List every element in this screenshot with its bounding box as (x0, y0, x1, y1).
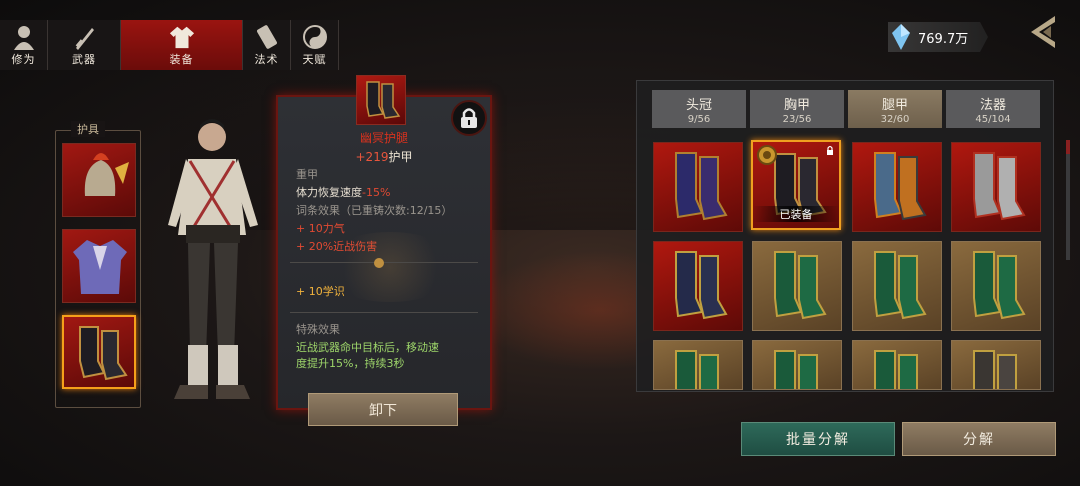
inventory-item[interactable] (951, 142, 1041, 232)
equipped-tag: 已装备 (753, 206, 839, 222)
weapon-icon (71, 24, 97, 50)
armor-slot-chest[interactable] (62, 229, 136, 303)
inventory-item[interactable] (752, 241, 842, 331)
category-count: 45/104 (975, 113, 1011, 125)
currency-display: 769.7万 (888, 22, 988, 52)
affix-line: + 10力气 (296, 222, 345, 235)
category-name: 腿甲 (881, 97, 908, 113)
unequip-button[interactable]: 卸下 (308, 393, 458, 426)
main-stat-label: 护甲 (388, 150, 413, 164)
boots-icon (973, 350, 1017, 389)
helmet-icon (84, 153, 129, 196)
tab-weapon[interactable]: 武器 (48, 20, 121, 70)
bonus-line: + 10学识 (296, 285, 345, 298)
category-tab-artifact[interactable]: 法器 45/104 (946, 90, 1040, 128)
boots-icon (874, 152, 927, 221)
category-tab-legs[interactable]: 腿甲 32/60 (848, 90, 942, 128)
boots-icon (366, 81, 401, 119)
scrollbar-thumb[interactable] (1066, 140, 1070, 154)
tab-label: 法术 (254, 53, 279, 66)
chest-armor-icon (73, 240, 127, 294)
category-name: 头冠 (685, 97, 712, 113)
character-model (168, 119, 258, 399)
robe-icon (169, 24, 195, 50)
category-tab-helmet[interactable]: 头冠 9/56 (652, 90, 746, 128)
item-main-stat: +219护甲 (276, 148, 492, 165)
affix-header: 词条效果（已重铸次数:12/15） (296, 204, 453, 217)
lock-icon (827, 145, 833, 155)
boots-icon (675, 152, 728, 221)
category-count: 23/56 (782, 113, 812, 125)
crystal-icon (892, 24, 910, 50)
tab-equipment[interactable]: 装备 (121, 20, 243, 70)
armor-panel-title: 护具 (71, 121, 105, 137)
currency-value: 769.7万 (918, 31, 969, 47)
boots-icon (874, 350, 918, 389)
inventory-item[interactable] (852, 142, 942, 232)
boots-icon (79, 326, 128, 381)
armor-type: 重甲 (296, 168, 318, 181)
inventory-item[interactable] (852, 340, 942, 390)
inventory-scrollbar[interactable] (1066, 140, 1070, 260)
special-effect-line: 度提升15%，持续3秒 (296, 357, 405, 370)
dismantle-button[interactable]: 分解 (902, 422, 1056, 456)
back-button[interactable] (1025, 12, 1059, 52)
inventory-item[interactable] (653, 241, 743, 331)
category-name: 胸甲 (783, 97, 810, 113)
divider (290, 312, 478, 313)
category-count: 32/60 (880, 113, 910, 125)
special-effect-line: 近战武器命中目标后，移动速 (296, 341, 439, 354)
tooltip-item-icon (356, 75, 406, 125)
yin-yang-icon (302, 24, 328, 50)
armor-slot-helmet[interactable] (62, 143, 136, 217)
tab-label: 装备 (169, 53, 194, 66)
armor-slot-legs[interactable] (62, 315, 136, 389)
tab-cultivation[interactable]: 修为 (0, 20, 48, 70)
item-name: 幽冥护腿 (359, 131, 408, 145)
sun-ornament-icon (374, 258, 384, 268)
tab-label: 天赋 (302, 53, 327, 66)
inventory-item[interactable] (951, 241, 1041, 331)
boots-icon (973, 251, 1026, 320)
inventory-item[interactable] (653, 340, 743, 390)
spell-scroll-icon (254, 24, 280, 50)
inventory-item[interactable] (951, 340, 1041, 390)
tab-spells[interactable]: 法术 (243, 20, 291, 70)
armor-slots-panel: 护具 (55, 121, 145, 408)
tab-label: 修为 (11, 53, 36, 66)
main-stat-number: +219 (355, 150, 389, 164)
tab-talent[interactable]: 天赋 (291, 20, 339, 70)
tab-label: 武器 (72, 53, 96, 66)
batch-dismantle-button[interactable]: 批量分解 (741, 422, 895, 456)
boots-icon (675, 251, 728, 320)
inventory-item[interactable] (852, 241, 942, 331)
seal-badge-icon (757, 145, 777, 165)
lock-icon (461, 108, 477, 128)
category-count: 9/56 (687, 113, 711, 125)
special-header: 特殊效果 (296, 323, 340, 336)
cultivation-icon (11, 24, 37, 50)
stat-line-value: -15% (362, 186, 391, 199)
category-name: 法器 (979, 97, 1006, 113)
top-nav-tabs: 修为 武器 装备 法术 天赋 (0, 20, 339, 70)
boots-icon (774, 251, 827, 320)
boots-icon (874, 251, 927, 320)
boots-icon (675, 350, 719, 389)
stat-line-label: 体力恢复速度 (296, 186, 362, 199)
boots-icon (973, 152, 1026, 221)
stat-line: 体力恢复速度-15% (296, 184, 390, 200)
boots-icon (774, 350, 818, 389)
inventory-item[interactable] (653, 142, 743, 232)
inventory-item[interactable] (752, 340, 842, 390)
category-tab-chest[interactable]: 胸甲 23/56 (750, 90, 844, 128)
